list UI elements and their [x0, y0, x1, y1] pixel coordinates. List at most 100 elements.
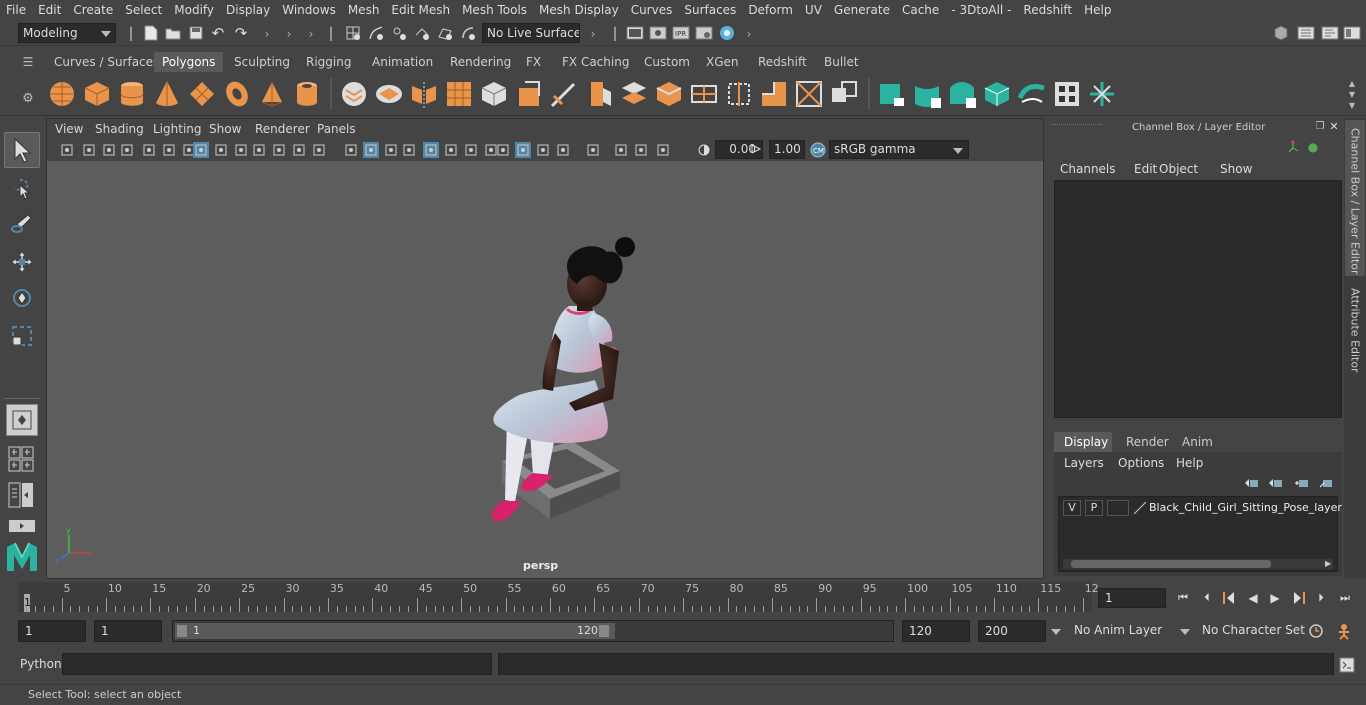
play-backwards-icon[interactable]: ◀	[1244, 590, 1262, 606]
channel-box-list[interactable]	[1054, 180, 1342, 418]
step-back-icon[interactable]: ⏴	[1198, 590, 1216, 606]
step-back-key-icon[interactable]	[1220, 590, 1238, 606]
collapse-arrow-icon[interactable]: ›	[262, 24, 272, 44]
textured-icon[interactable]	[423, 142, 439, 158]
snap-grid-icon[interactable]	[344, 24, 362, 42]
separate-icon[interactable]	[373, 78, 405, 110]
menu-file[interactable]: File	[0, 3, 32, 17]
shelf-scroll-icon[interactable]: ▲ ▼ ▼	[1346, 78, 1358, 112]
gate-mask-icon[interactable]	[251, 142, 267, 158]
reduce-icon[interactable]	[478, 78, 510, 110]
poly-plane-icon[interactable]	[186, 78, 218, 110]
xray-icon[interactable]	[585, 142, 601, 158]
character-set-dropdown[interactable]: No Character Set	[1196, 620, 1305, 642]
uv-layout-icon[interactable]	[1051, 78, 1083, 110]
use-lights-icon[interactable]	[443, 142, 459, 158]
automatic-mapping-icon[interactable]	[981, 78, 1013, 110]
append-polygon-icon[interactable]	[653, 78, 685, 110]
layer-tab-display[interactable]: Display	[1054, 432, 1112, 452]
wireframe-grid-icon[interactable]	[193, 142, 209, 158]
move-tool-icon[interactable]	[4, 244, 40, 280]
scale-tool-icon[interactable]	[4, 318, 40, 354]
viewport-menu-renderer[interactable]: Renderer	[255, 122, 310, 136]
outliner-layout-icon[interactable]	[4, 516, 40, 536]
live-surface-field[interactable]: No Live Surface	[482, 23, 580, 43]
auto-key-icon[interactable]	[1306, 622, 1326, 640]
layer-name[interactable]: Black_Child_Girl_Sitting_Pose_layer	[1149, 501, 1342, 514]
safe-action-icon[interactable]	[291, 142, 307, 158]
bounding-box-icon[interactable]	[401, 142, 417, 158]
fill-hole-icon[interactable]	[758, 78, 790, 110]
smooth-icon[interactable]	[443, 78, 475, 110]
shelf-tab-custom[interactable]: Custom	[636, 52, 698, 72]
boolean-icon[interactable]	[828, 78, 860, 110]
go-to-start-icon[interactable]: ⏮	[1174, 590, 1192, 606]
menu-edit[interactable]: Edit	[32, 3, 67, 17]
layer-tab-anim[interactable]: Anim	[1172, 432, 1222, 452]
time-slider[interactable]: 1 1 ⏮ ⏴ ◀ ▶ ⏵ ⏭ 5 10 15 20 25 30 35 40 45 50 55 60 6…	[0, 580, 1366, 614]
float-panel-icon[interactable]: ❐	[1314, 120, 1326, 132]
new-scene-icon[interactable]	[142, 24, 160, 42]
target-weld-icon[interactable]	[723, 78, 755, 110]
shelf-tab-xgen[interactable]: XGen	[698, 52, 747, 72]
menu-create[interactable]: Create	[67, 3, 119, 17]
rotate-tool-icon[interactable]	[4, 280, 40, 316]
shelf-tab-fx-caching[interactable]: FX Caching	[554, 52, 637, 72]
anti-aliasing-icon[interactable]	[515, 142, 531, 158]
shelf-tab-animation[interactable]: Animation	[364, 52, 441, 72]
go-to-end-icon[interactable]: ⏭	[1336, 590, 1354, 606]
shelf-tab-polygons[interactable]: Polygons	[154, 52, 224, 72]
exposure-icon[interactable]	[655, 142, 671, 158]
collapse-arrow-icon[interactable]: ›	[588, 24, 598, 44]
step-forward-key-icon[interactable]	[1290, 590, 1308, 606]
perspective-viewport[interactable]: x y z persp	[47, 161, 1043, 578]
isolate-select-icon[interactable]	[555, 142, 571, 158]
play-forwards-icon[interactable]: ▶	[1266, 590, 1284, 606]
extrude-icon[interactable]	[513, 78, 545, 110]
smooth-shade-icon[interactable]	[363, 142, 379, 158]
menu-mesh-tools[interactable]: Mesh Tools	[456, 3, 533, 17]
animation-start-field[interactable]: 1	[18, 620, 86, 642]
close-icon[interactable]: ✕	[1328, 120, 1340, 133]
merge-icon[interactable]	[688, 78, 720, 110]
shelf-tab-curves-surfaces[interactable]: Curves / Surfaces	[46, 52, 167, 72]
multi-cut-icon[interactable]	[548, 78, 580, 110]
viewport-menu-lighting[interactable]: Lighting	[153, 122, 202, 136]
menu-windows[interactable]: Windows	[276, 3, 342, 17]
channel-box-menu-edit[interactable]: Edit	[1134, 162, 1157, 176]
new-empty-layer-icon[interactable]	[1294, 476, 1310, 490]
field-chart-icon[interactable]	[271, 142, 287, 158]
channel-box-menu-channels[interactable]: Channels	[1060, 162, 1116, 176]
range-bar[interactable]: 1 120	[175, 623, 615, 639]
depth-of-field-icon[interactable]	[535, 142, 551, 158]
menu-modify[interactable]: Modify	[168, 3, 220, 17]
bookmark-icon[interactable]	[101, 142, 117, 158]
xray-components-icon[interactable]	[633, 142, 649, 158]
viewport-menu-view[interactable]: View	[55, 122, 83, 136]
viewport-menu-show[interactable]: Show	[209, 122, 241, 136]
menu-select[interactable]: Select	[119, 3, 168, 17]
toggle-attribute-editor-icon[interactable]	[1320, 24, 1340, 42]
poly-sphere-icon[interactable]	[46, 78, 78, 110]
four-pane-layout-icon[interactable]	[4, 444, 40, 474]
gamma-field[interactable]: 1.00	[769, 140, 805, 159]
menu-mesh-display[interactable]: Mesh Display	[533, 3, 625, 17]
layer-list-scrollbar[interactable]: ▶	[1063, 559, 1333, 569]
layer-visibility-toggle[interactable]: V	[1063, 500, 1081, 516]
menu-curves[interactable]: Curves	[625, 3, 679, 17]
poly-pipe-icon[interactable]	[291, 78, 323, 110]
shelf-settings-gear-icon[interactable]: ⚙	[20, 90, 36, 106]
animation-preferences-icon[interactable]	[1334, 622, 1354, 640]
wireframe-icon[interactable]	[343, 142, 359, 158]
collapse-arrow-icon[interactable]: ›	[284, 24, 294, 44]
safe-title-icon[interactable]	[311, 142, 327, 158]
layer-editor-menu-layers[interactable]: Layers	[1064, 456, 1104, 470]
layer-editor-menu-help[interactable]: Help	[1176, 456, 1203, 470]
layer-editor-menu-options[interactable]: Options	[1118, 456, 1164, 470]
menu-redshift[interactable]: Redshift	[1017, 3, 1078, 17]
viewport-menu-shading[interactable]: Shading	[95, 122, 144, 136]
two-pane-layout-icon[interactable]	[4, 480, 40, 510]
snap-point-icon[interactable]	[390, 24, 408, 42]
resolution-gate-icon[interactable]	[233, 142, 249, 158]
render-frame-icon[interactable]	[649, 24, 667, 42]
